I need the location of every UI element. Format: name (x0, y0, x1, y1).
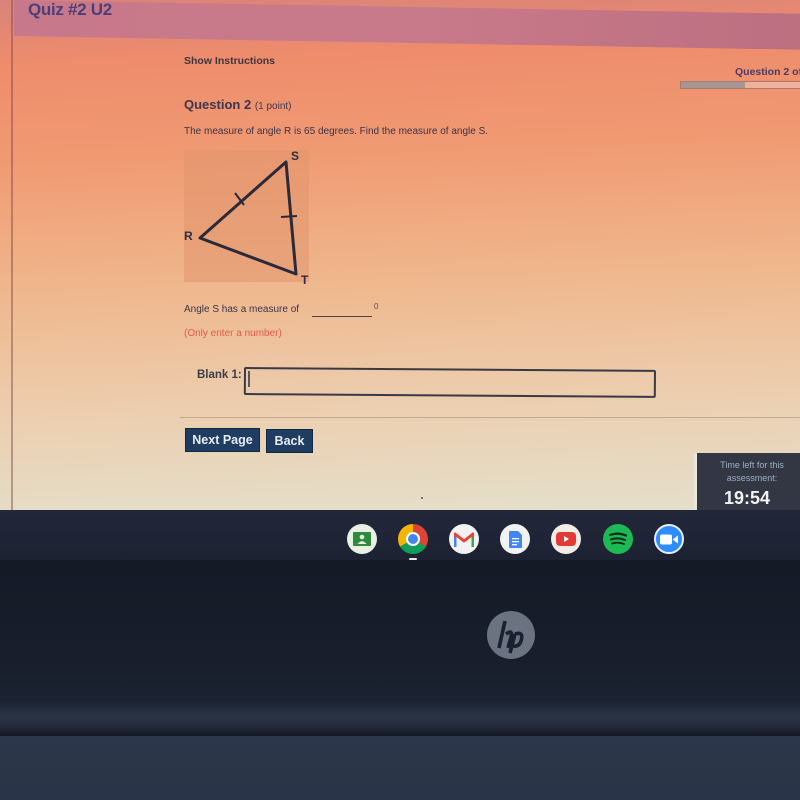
hp-logo (487, 611, 535, 659)
tick-mark-st (280, 215, 298, 218)
shelf-app-zoom[interactable] (654, 524, 684, 554)
vertex-label-r: R (184, 229, 193, 243)
hp-logo-icon (497, 620, 524, 654)
quiz-progress-fill (681, 82, 745, 88)
quiz-progress-bar (680, 81, 800, 89)
youtube-icon (556, 532, 576, 546)
question-text: The measure of angle R is 65 degrees. Fi… (184, 126, 489, 137)
question-number: Question 2 (184, 97, 252, 112)
timer-value: 19:54 (723, 488, 771, 508)
timer-label: Time left for this assessment: (720, 460, 784, 483)
laptop-base (0, 736, 800, 800)
question-counter: Question 2 of (735, 66, 800, 78)
degree-symbol: 0 (374, 302, 379, 311)
question-points: (1 point) (254, 101, 292, 112)
window-edge (11, 0, 13, 512)
blank-1-label: Blank 1: (197, 369, 242, 381)
question-heading: Question 2 (1 point) (184, 97, 292, 112)
blank-1-input[interactable] (243, 367, 656, 398)
shelf-app-chrome[interactable] (398, 524, 428, 554)
vertex-label-s: S (291, 149, 300, 163)
title-bar (14, 0, 800, 50)
input-hint: (Only enter a number) (184, 328, 282, 339)
triangle-figure (184, 150, 309, 282)
answer-prompt: Angle S has a measure of (184, 304, 300, 315)
show-instructions-link[interactable]: Show Instructions (184, 55, 275, 67)
laptop-hinge (0, 700, 800, 736)
shelf-app-gmail[interactable] (449, 524, 479, 554)
answer-blank-line (312, 316, 372, 317)
shelf-app-youtube[interactable] (551, 524, 581, 554)
chrome-icon (406, 532, 420, 546)
shelf-app-spotify[interactable] (603, 524, 633, 554)
text-caret (248, 371, 250, 387)
docs-icon (508, 530, 522, 548)
laptop-bezel (0, 560, 800, 700)
screen: Quiz #2 U2 Show Instructions Question 2 … (0, 0, 800, 512)
gmail-icon (454, 532, 474, 547)
triangle-diagram (198, 160, 298, 276)
screen-speck (421, 497, 423, 499)
zoom-icon (660, 534, 678, 544)
chromeos-shelf (0, 510, 800, 560)
spotify-icon (609, 532, 627, 545)
back-button[interactable]: Back (266, 429, 313, 453)
shelf-app-docs[interactable] (500, 524, 530, 554)
section-divider (180, 417, 800, 418)
shelf-app-classroom[interactable] (347, 524, 377, 554)
quiz-title: Quiz #2 U2 (28, 0, 112, 19)
classroom-icon (353, 532, 371, 546)
vertex-label-t: T (301, 273, 309, 287)
assessment-timer: Time left for this assessment: 19:54 (694, 453, 800, 512)
next-page-button[interactable]: Next Page (185, 428, 260, 452)
triangle-rst (198, 160, 298, 276)
